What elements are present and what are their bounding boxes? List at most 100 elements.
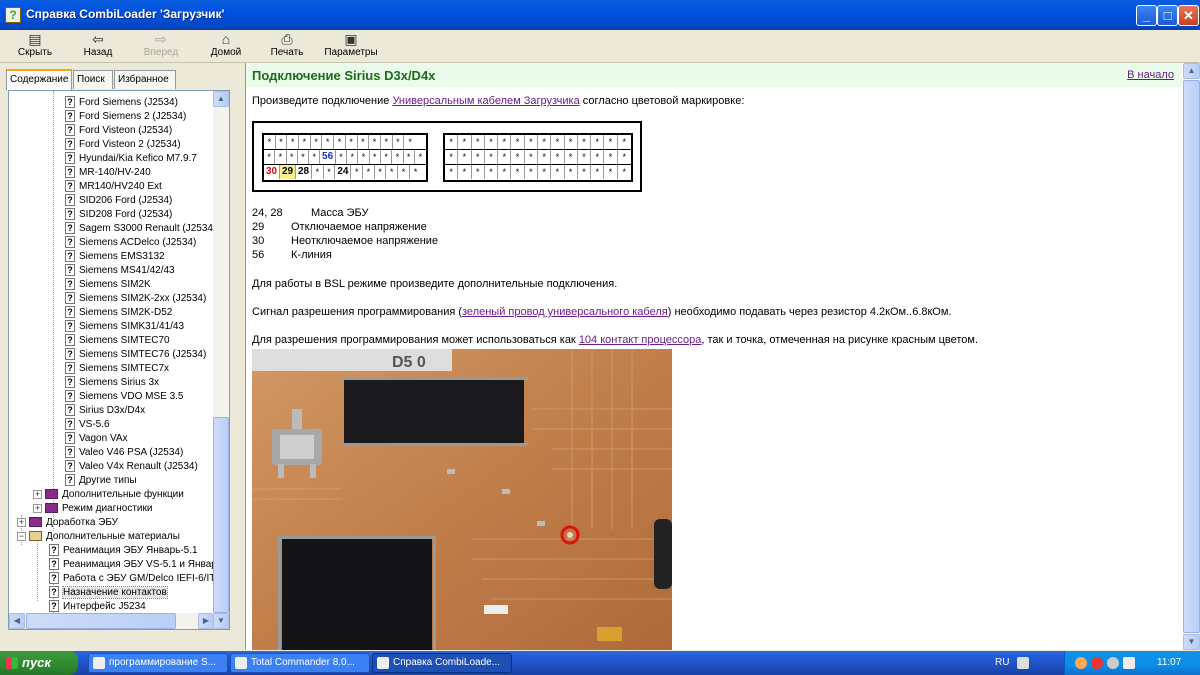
scroll-right-icon[interactable]: ▶: [198, 613, 214, 629]
task-total-commander[interactable]: Total Commander 8.0...: [230, 653, 370, 673]
tab-favorites[interactable]: Избранное: [114, 70, 176, 89]
tree-material-item[interactable]: ? Интерфейс J5234: [49, 600, 146, 614]
pin-cell: *: [525, 150, 538, 164]
toolbar: ▤ Скрыть ⇦ Назад ⇨ Вперед ⌂ Домой ⎙ Печа…: [0, 30, 1200, 63]
pin-cell: *: [381, 135, 393, 149]
tree-page-item[interactable]: ? VS-5.6: [65, 418, 110, 432]
tree-page-item[interactable]: ? Siemens SIM2K: [65, 278, 151, 292]
back-button[interactable]: ⇦ Назад: [78, 31, 118, 61]
start-button[interactable]: пуск: [0, 651, 78, 675]
tree-page-item[interactable]: ? Hyundai/Kia Kefico M7.9.7: [65, 152, 197, 166]
scroll-left-icon[interactable]: ◀: [9, 613, 25, 629]
pin-cell: *: [445, 150, 459, 164]
tree-book-ecu[interactable]: + Доработка ЭБУ: [17, 516, 118, 530]
clock[interactable]: 11:07: [1157, 651, 1181, 675]
tree-horizontal-scrollbar[interactable]: ◀ ▶: [9, 613, 214, 629]
help-page-icon: ?: [65, 180, 75, 193]
scroll-down-icon[interactable]: ▼: [213, 613, 229, 629]
network-icon[interactable]: [1107, 657, 1119, 669]
tree-material-item[interactable]: ? Реанимация ЭБУ VS-5.1 и Январ: [49, 558, 214, 572]
pin-cell: *: [498, 150, 512, 164]
tree-page-item[interactable]: ? Siemens SIM2K-2xx (J2534): [65, 292, 206, 306]
minimize-button[interactable]: _: [1136, 5, 1157, 26]
tree-book-materials[interactable]: − Дополнительные материалы: [17, 530, 180, 544]
tree-page-item[interactable]: ? Vagon VAx: [65, 432, 128, 446]
scroll-up-icon[interactable]: ▲: [1183, 63, 1200, 79]
options-icon: ▣: [344, 31, 358, 47]
expand-plus-icon[interactable]: +: [33, 489, 42, 499]
tree-label: Siemens SIMTEC76 (J2534): [79, 349, 207, 360]
expand-plus-icon[interactable]: +: [33, 503, 42, 513]
tree-page-item[interactable]: ? Siemens SIMTEC7x: [65, 362, 169, 376]
tree-page-item[interactable]: ? Siemens MS41/42/43: [65, 264, 175, 278]
title-bar[interactable]: ? Справка CombiLoader 'Загрузчик' _ □ ✕: [0, 0, 1200, 30]
content-scroll-thumb[interactable]: [1183, 80, 1200, 633]
tab-search[interactable]: Поиск: [73, 70, 113, 89]
pin104-link[interactable]: 104 контакт процессора: [579, 334, 702, 346]
tree-page-item[interactable]: ? Ford Visteon (J2534): [65, 124, 172, 138]
hide-button[interactable]: ▤ Скрыть: [14, 31, 56, 61]
forward-button[interactable]: ⇨ Вперед: [138, 31, 184, 61]
tree-page-item[interactable]: ? MR-140/HV-240: [65, 166, 151, 180]
maximize-button[interactable]: □: [1157, 5, 1178, 26]
legend-desc: Отключаемое напряжение: [291, 221, 427, 233]
tree-label: Ford Siemens (J2534): [79, 97, 178, 108]
tree-page-item[interactable]: ? Valeo V4x Renault (J2534): [65, 460, 198, 474]
hide-label: Скрыть: [17, 47, 53, 58]
volume-icon[interactable]: [1123, 657, 1135, 669]
language-indicator[interactable]: RU: [995, 651, 1009, 675]
options-button[interactable]: ▣ Параметры: [322, 31, 380, 61]
collapse-minus-icon[interactable]: −: [17, 531, 26, 541]
tree-page-item[interactable]: ? Siemens VDO MSE 3.5: [65, 390, 183, 404]
tree-page-item[interactable]: ? Sagem S3000 Renault (J2534): [65, 222, 214, 236]
tab-contents[interactable]: Содержание: [6, 69, 72, 90]
task-browser[interactable]: программирование S...: [88, 653, 228, 673]
legend-row: 56 К-линия: [252, 249, 332, 261]
tree-material-item[interactable]: ? Реанимация ЭБУ Январь-5.1: [49, 544, 198, 558]
tree-page-item[interactable]: ? Ford Visteon 2 (J2534): [65, 138, 181, 152]
pane-splitter[interactable]: [240, 63, 244, 651]
tree-vertical-scrollbar[interactable]: ▲ ▼: [213, 91, 229, 629]
tree-book-extra[interactable]: + Дополнительные функции: [33, 488, 184, 502]
scroll-down-icon[interactable]: ▼: [1183, 634, 1200, 650]
tree-page-item[interactable]: ? Siemens EMS3132: [65, 250, 165, 264]
tree-page-item[interactable]: ? Siemens SIMK31/41/43: [65, 320, 184, 334]
tree-book-diag[interactable]: + Режим диагностики: [33, 502, 152, 516]
tree-page-item[interactable]: ? SID208 Ford (J2534): [65, 208, 172, 222]
keyboard-icon[interactable]: [1017, 657, 1029, 669]
tree-page-item[interactable]: ? Siemens SIMTEC76 (J2534): [65, 348, 206, 362]
tree-page-item[interactable]: ? Siemens SIMTEC70: [65, 334, 170, 348]
pin-cell: *: [413, 167, 418, 177]
tree-material-item[interactable]: ? Назначение контактов: [49, 586, 168, 600]
scroll-thumb[interactable]: [213, 417, 229, 613]
to-top-link[interactable]: В начало: [1127, 69, 1174, 81]
tree-page-item[interactable]: ? Siemens Sirius 3x: [65, 376, 159, 390]
universal-cable-link[interactable]: Универсальным кабелем Загрузчика: [392, 95, 579, 107]
tree-page-item[interactable]: ? MR140/HV240 Ext: [65, 180, 162, 194]
pin-cell: *: [370, 150, 381, 164]
tray-app-icon[interactable]: [1075, 657, 1087, 669]
total-commander-icon: [235, 657, 247, 669]
expand-plus-icon[interactable]: +: [17, 517, 26, 527]
tree-page-item[interactable]: ? Ford Siemens 2 (J2534): [65, 110, 186, 124]
scroll-up-icon[interactable]: ▲: [213, 91, 229, 107]
h-scroll-thumb[interactable]: [26, 613, 176, 629]
tree-page-item[interactable]: ? Sirius D3x/D4x: [65, 404, 145, 418]
tree-page-item[interactable]: ? Valeo V46 PSA (J2534): [65, 446, 183, 460]
pin-cell: *: [363, 165, 375, 179]
tree-page-item[interactable]: ? SID206 Ford (J2534): [65, 194, 172, 208]
tree-page-item[interactable]: ? Siemens SIM2K-D52: [65, 306, 172, 320]
print-button[interactable]: ⎙ Печать: [266, 31, 308, 61]
content-vertical-scrollbar[interactable]: ▲ ▼: [1183, 63, 1200, 650]
antivirus-icon[interactable]: [1091, 657, 1103, 669]
home-button[interactable]: ⌂ Домой: [204, 31, 248, 61]
tree-page-item[interactable]: ? Другие типы: [65, 474, 137, 488]
tree-page-item[interactable]: ? Siemens ACDelco (J2534): [65, 236, 196, 250]
connector-left-block: * * * * * * * * * * * * * * * * * * 56 * * * * * * * * 30 29 28 * * 24 * *…: [262, 133, 428, 182]
close-button[interactable]: ✕: [1178, 5, 1199, 26]
green-wire-link[interactable]: зеленый провод универсального кабеля: [462, 306, 668, 318]
task-help[interactable]: Справка CombiLoade...: [372, 653, 512, 673]
tree-material-item[interactable]: ? Работа с ЭБУ GM/Delco IEFI-6/IT: [49, 572, 214, 586]
tree-page-item[interactable]: ? Ford Siemens (J2534): [65, 96, 178, 110]
tree-label: Siemens Sirius 3x: [79, 377, 160, 388]
